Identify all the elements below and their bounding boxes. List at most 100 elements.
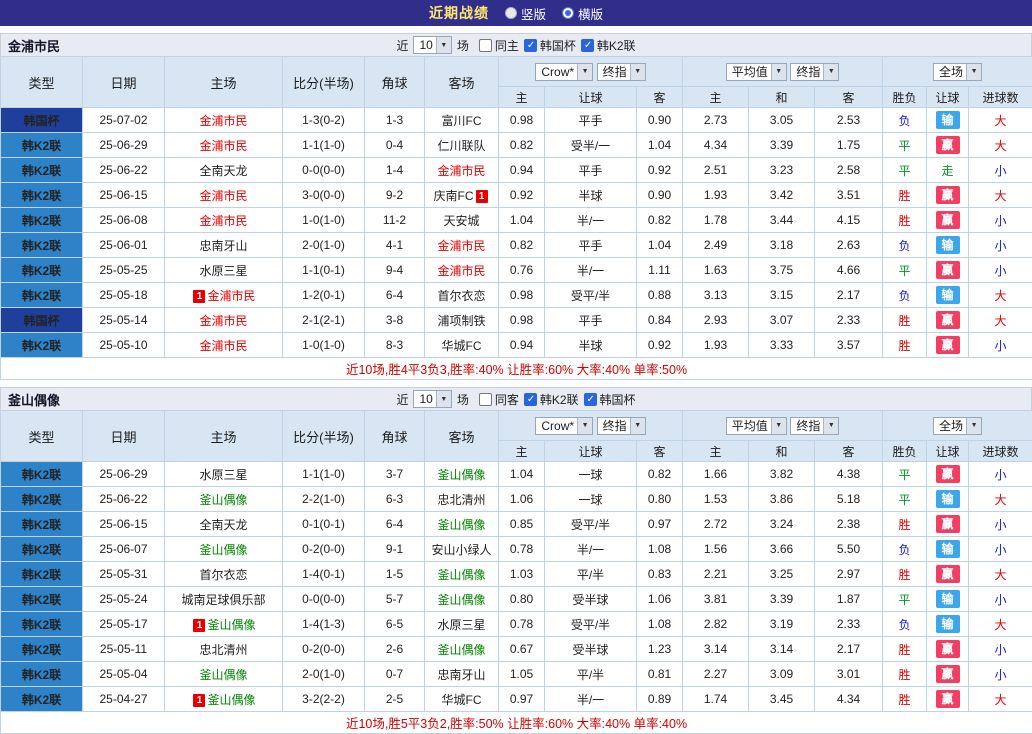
fulltime-select[interactable]: 全场▼ — [933, 63, 982, 81]
date-cell: 25-05-14 — [83, 308, 165, 333]
checkbox-label: 韩国杯 — [540, 37, 576, 54]
handicap-result-chip: 输 — [936, 111, 960, 129]
league-cell: 韩K2联 — [1, 462, 83, 487]
handicap-line-cell: 半/一 — [545, 208, 637, 233]
home-team-cell: 水原三星 — [165, 462, 283, 487]
avg-draw-odds-cell: 3.82 — [749, 462, 815, 487]
checkbox-icon[interactable] — [479, 39, 492, 52]
home-team-cell: 金浦市民 — [165, 333, 283, 358]
avg-draw-odds-cell: 3.19 — [749, 612, 815, 637]
avg-away-odds-cell: 4.15 — [815, 208, 883, 233]
match-row: 韩K2联25-06-01忠南牙山2-0(1-0)4-1金浦市民0.82平手1.0… — [1, 233, 1032, 258]
away-team-cell: 华城FC — [425, 687, 499, 712]
average-select[interactable]: 平均值▼ — [726, 417, 787, 435]
league-cell: 韩K2联 — [1, 183, 83, 208]
home-team-cell: 金浦市民 — [165, 108, 283, 133]
col-result: 胜负 — [883, 87, 927, 108]
home-team-cell: 釜山偶像 — [165, 537, 283, 562]
date-cell: 25-05-17 — [83, 612, 165, 637]
match-row: 韩K2联25-05-31首尔衣恋1-4(0-1)1-5釜山偶像1.03平/半0.… — [1, 562, 1032, 587]
col-home: 主场 — [165, 411, 283, 462]
filter-checkbox[interactable]: 同主 — [479, 37, 519, 54]
handicap-result-cell: 赢 — [927, 637, 969, 662]
handicap-result-chip: 赢 — [936, 261, 960, 279]
team-label: 釜山偶像 — [437, 518, 485, 532]
avg-away-odds-cell: 4.38 — [815, 462, 883, 487]
league-cell: 韩K2联 — [1, 587, 83, 612]
average-time-select[interactable]: 终指▼ — [790, 417, 839, 435]
league-cell: 韩国杯 — [1, 108, 83, 133]
avg-away-odds-cell: 4.34 — [815, 687, 883, 712]
filter-checkbox[interactable]: 韩国杯 — [524, 37, 576, 54]
handicap-home-odds-cell: 0.78 — [499, 612, 545, 637]
date-cell: 25-05-04 — [83, 662, 165, 687]
avg-home-odds-cell: 1.78 — [683, 208, 749, 233]
chevron-down-icon: ▼ — [630, 64, 645, 80]
odds-company-select[interactable]: Crow*▼ — [535, 63, 593, 81]
odds-time-select[interactable]: 终指▼ — [597, 63, 646, 81]
team-label: 金浦市民 — [437, 264, 485, 278]
league-cell: 韩K2联 — [1, 283, 83, 308]
date-cell: 25-05-25 — [83, 258, 165, 283]
league-cell: 韩K2联 — [1, 662, 83, 687]
handicap-line-cell: 一球 — [545, 487, 637, 512]
score-cell: 1-0(1-0) — [283, 333, 365, 358]
checkbox-icon[interactable] — [479, 393, 492, 406]
odds-company-select[interactable]: Crow*▼ — [535, 417, 593, 435]
checkbox-icon[interactable] — [524, 393, 537, 406]
filter-checkbox[interactable]: 韩国杯 — [584, 391, 636, 408]
handicap-result-cell: 赢 — [927, 208, 969, 233]
away-team-cell: 安山小绿人 — [425, 537, 499, 562]
match-count-select[interactable]: 10 ▼ — [413, 390, 451, 408]
handicap-result-cell: 输 — [927, 587, 969, 612]
handicap-away-odds-cell: 1.08 — [637, 537, 683, 562]
handicap-line-cell: 平/半 — [545, 662, 637, 687]
radio-icon[interactable] — [505, 7, 517, 19]
team-label: 釜山偶像 — [437, 468, 485, 482]
radio-icon[interactable] — [562, 7, 574, 19]
handicap-away-odds-cell: 0.90 — [637, 183, 683, 208]
score-cell: 1-0(1-0) — [283, 208, 365, 233]
select-value: 平均值 — [727, 417, 771, 434]
col-goals: 进球数 — [969, 87, 1032, 108]
result-cell: 胜 — [883, 333, 927, 358]
checkbox-label: 韩国杯 — [600, 391, 636, 408]
date-cell: 25-05-31 — [83, 562, 165, 587]
avg-away-odds-cell: 5.18 — [815, 487, 883, 512]
average-select[interactable]: 平均值▼ — [726, 63, 787, 81]
page-title: 近期战绩 — [429, 3, 489, 23]
filter-checkbox[interactable]: 韩K2联 — [524, 391, 579, 408]
avg-draw-odds-cell: 3.14 — [749, 637, 815, 662]
handicap-result-cell: 赢 — [927, 462, 969, 487]
handicap-result-chip: 赢 — [936, 515, 960, 533]
league-cell: 韩K2联 — [1, 133, 83, 158]
checkbox-icon[interactable] — [524, 39, 537, 52]
handicap-home-odds-cell: 0.98 — [499, 308, 545, 333]
odds-time-select[interactable]: 终指▼ — [597, 417, 646, 435]
filter-checkbox[interactable]: 同客 — [479, 391, 519, 408]
average-time-select[interactable]: 终指▼ — [790, 63, 839, 81]
away-team-cell: 金浦市民 — [425, 158, 499, 183]
match-count-select[interactable]: 10 ▼ — [413, 36, 451, 54]
checkbox-icon[interactable] — [584, 393, 597, 406]
col-date: 日期 — [83, 411, 165, 462]
team-label: 仁川联队 — [437, 139, 485, 153]
checkbox-icon[interactable] — [581, 39, 594, 52]
select-value: 终指 — [598, 417, 630, 434]
avg-home-odds-cell: 1.66 — [683, 462, 749, 487]
filter-checkbox[interactable]: 韩K2联 — [581, 37, 636, 54]
handicap-result-cell: 赢 — [927, 133, 969, 158]
avg-away-odds-cell: 3.01 — [815, 662, 883, 687]
handicap-result-cell: 赢 — [927, 687, 969, 712]
handicap-home-odds-cell: 1.04 — [499, 208, 545, 233]
date-cell: 25-06-07 — [83, 537, 165, 562]
chevron-down-icon: ▼ — [630, 418, 645, 434]
handicap-result-chip: 赢 — [936, 665, 960, 683]
team-label: 釜山偶像 — [199, 668, 247, 682]
layout-option-horizontal[interactable]: 横版 — [562, 4, 603, 23]
avg-away-odds-cell: 3.51 — [815, 183, 883, 208]
col-type: 类型 — [1, 411, 83, 462]
layout-option-vertical[interactable]: 竖版 — [505, 4, 546, 23]
select-value: 全场 — [934, 417, 966, 434]
fulltime-select[interactable]: 全场▼ — [933, 417, 982, 435]
